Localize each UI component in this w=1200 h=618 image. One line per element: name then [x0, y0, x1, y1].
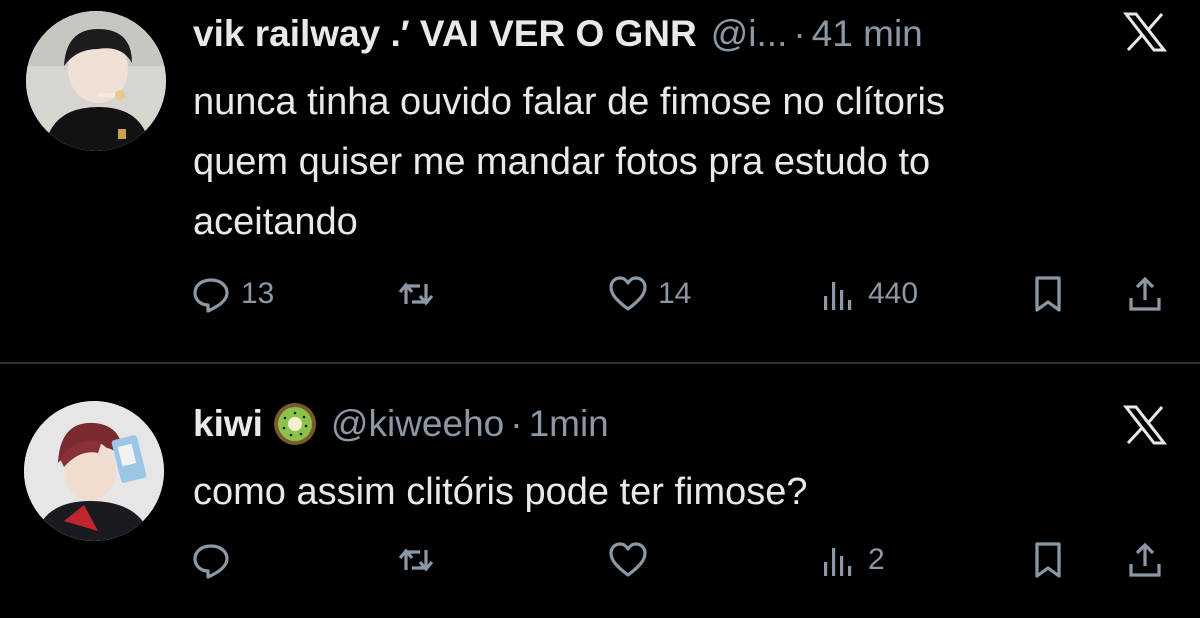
share-button[interactable]	[1125, 274, 1165, 314]
share-icon	[1129, 276, 1161, 311]
retweet-icon	[398, 282, 434, 306]
share-icon	[1129, 542, 1161, 577]
x-logo-icon	[1122, 405, 1168, 445]
retweet-button[interactable]	[396, 274, 446, 314]
views-button[interactable]: 440	[818, 274, 918, 314]
share-button[interactable]	[1125, 540, 1165, 580]
username-handle[interactable]: @kiweeho	[331, 403, 504, 445]
action-bar: 13 14 440	[0, 274, 1200, 324]
reply-button[interactable]: 13	[191, 274, 274, 314]
heart-icon	[609, 542, 647, 577]
separator-dot: ·	[793, 13, 806, 54]
tweet-text-line: quem quiser me mandar fotos pra estudo t…	[193, 141, 931, 183]
separator-dot: ·	[510, 403, 523, 444]
like-button[interactable]: 14	[608, 274, 691, 314]
reply-icon	[193, 278, 229, 313]
tweet-text: como assim clitóris pode ter fimose?	[193, 462, 1173, 522]
tweet-text: nunca tinha ouvido falar de fimose no cl…	[193, 72, 1173, 252]
bookmark-icon	[1035, 276, 1061, 312]
tweet-text-line: como assim clitóris pode ter fimose?	[193, 471, 808, 513]
reply-count: 13	[241, 277, 275, 310]
tweet-2[interactable]: kiwi @kiweeho · 1min como assim clitóris…	[0, 365, 1200, 618]
tweet-text-line: nunca tinha ouvido falar de fimose no cl…	[193, 81, 945, 123]
bookmark-button[interactable]	[1028, 274, 1068, 314]
reply-button[interactable]	[191, 540, 241, 580]
like-button[interactable]	[608, 540, 658, 580]
tweet-divider	[0, 362, 1200, 364]
avatar[interactable]	[26, 11, 166, 151]
tweet-1[interactable]: vik railway .′ VAI VER O GNR @i... · 41 …	[0, 0, 1200, 362]
views-icon	[824, 282, 852, 310]
retweet-button[interactable]	[396, 540, 446, 580]
kiwi-fruit-emoji-icon	[273, 402, 317, 446]
timestamp[interactable]: 41 min	[812, 13, 923, 55]
reply-icon	[193, 544, 229, 579]
tweet-text-line: aceitando	[193, 201, 358, 243]
timestamp[interactable]: 1min	[529, 403, 609, 445]
tweet-header: vik railway .′ VAI VER O GNR @i... · 41 …	[193, 8, 923, 60]
like-count: 14	[658, 277, 692, 310]
avatar[interactable]	[24, 401, 164, 541]
display-name[interactable]: vik railway .′ VAI VER O GNR	[193, 13, 697, 55]
bookmark-button[interactable]	[1028, 540, 1068, 580]
views-icon	[824, 548, 852, 576]
username-handle[interactable]: @i...	[711, 13, 788, 55]
heart-icon	[609, 276, 647, 311]
retweet-icon	[398, 548, 434, 572]
action-bar: 2	[0, 540, 1200, 590]
bookmark-icon	[1035, 542, 1061, 578]
display-name[interactable]: kiwi	[193, 403, 263, 445]
views-count: 440	[868, 277, 919, 310]
views-count: 2	[868, 543, 885, 576]
tweet-header: kiwi @kiweeho · 1min	[193, 398, 609, 450]
x-logo-icon	[1122, 12, 1168, 52]
views-button[interactable]: 2	[818, 540, 885, 580]
